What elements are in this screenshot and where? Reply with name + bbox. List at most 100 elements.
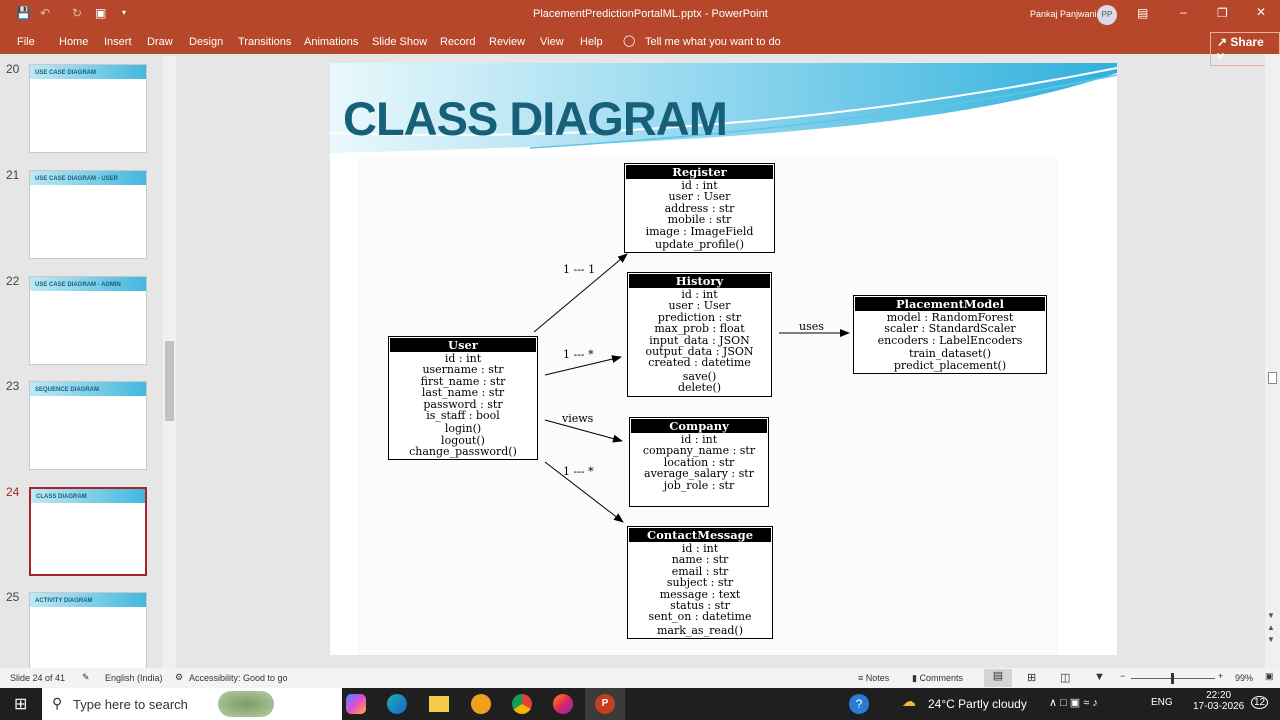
slide-thumbnail[interactable]: CLASS DIAGRAM: [29, 487, 147, 576]
class-user[interactable]: User id : int username : str first_name : s…: [388, 336, 538, 460]
redo-icon[interactable]: ↻: [72, 6, 82, 20]
class-attribute: average_salary : str: [644, 467, 754, 481]
class-register[interactable]: Register id : int user : User address : str…: [624, 163, 775, 253]
class-company[interactable]: Company id : int company_name : str locatio…: [629, 417, 769, 507]
spellcheck-icon[interactable]: ✎: [82, 672, 90, 683]
slide-sorter-icon[interactable]: ⊞: [1027, 671, 1036, 684]
tab-slide-show[interactable]: Slide Show: [372, 36, 427, 48]
class-name: User: [390, 338, 536, 352]
windows-start-icon[interactable]: ⊞: [14, 694, 27, 714]
help-icon[interactable]: ?: [849, 694, 869, 714]
slide-thumbnail[interactable]: SEQUENCE DIAGRAM: [29, 381, 147, 470]
slide-number: 24: [6, 485, 20, 499]
fit-slide-icon[interactable]: ▣: [1265, 671, 1274, 682]
slide-thumbnail[interactable]: USE CASE DIAGRAM - USER: [29, 170, 147, 259]
clock[interactable]: 22:20 17-03-2026: [1193, 690, 1244, 712]
class-history[interactable]: History id : int user : User prediction : s…: [627, 272, 772, 397]
slide-number: 21: [6, 168, 20, 182]
slide-thumbnail[interactable]: USE CASE DIAGRAM: [29, 64, 147, 153]
powerpoint-icon: P: [595, 694, 615, 714]
accessibility-status[interactable]: Accessibility: Good to go: [189, 673, 288, 683]
relation-label: 1 --- *: [563, 465, 594, 478]
file-explorer-icon[interactable]: [429, 696, 449, 712]
class-method: change_password(): [409, 445, 517, 459]
class-method: delete(): [677, 381, 722, 395]
slide-scrollbar[interactable]: ▼ ▲ ▼: [1265, 54, 1280, 668]
undo-icon[interactable]: ↶: [40, 6, 50, 20]
scrollbar-thumb[interactable]: [165, 341, 174, 421]
avatar[interactable]: PP: [1097, 5, 1117, 25]
class-name: ContactMessage: [629, 528, 771, 542]
tray-icons[interactable]: ∧ □ ▣ ≈ ♪: [1049, 696, 1098, 709]
edge-icon[interactable]: [387, 694, 407, 714]
weather-icon: ☁: [902, 693, 916, 709]
class-contact-message[interactable]: ContactMessage id : int name : str email : …: [627, 526, 773, 639]
zoom-slider[interactable]: [1131, 673, 1215, 684]
slide-number: 20: [6, 62, 20, 76]
tab-animations[interactable]: Animations: [304, 36, 358, 48]
slide-title: CLASS DIAGRAM: [343, 92, 728, 145]
title-bar: 💾 ↶ ↻ ▣ ▾ PlacementPredictionPortalML.pp…: [0, 0, 1280, 30]
zoom-level[interactable]: 99%: [1235, 673, 1253, 683]
class-attribute: mobile : str: [667, 213, 732, 227]
save-icon[interactable]: 💾: [16, 6, 31, 20]
thumbnail-title: USE CASE DIAGRAM: [35, 70, 97, 76]
tab-transitions[interactable]: Transitions: [238, 36, 291, 48]
minimize-icon[interactable]: –: [1180, 5, 1187, 19]
thumbnail-title: ACTIVITY DIAGRAM: [35, 598, 93, 604]
zoom-out-icon[interactable]: −: [1120, 671, 1125, 681]
notes-button[interactable]: ≡ Notes: [858, 673, 889, 683]
tell-me-search[interactable]: Tell me what you want to do: [645, 36, 781, 48]
ribbon-display-icon[interactable]: ▤: [1137, 6, 1148, 20]
tab-design[interactable]: Design: [189, 36, 223, 48]
app-icon[interactable]: [471, 694, 491, 714]
tab-help[interactable]: Help: [580, 36, 603, 48]
thumbnail-scrollbar[interactable]: [163, 56, 176, 668]
tab-insert[interactable]: Insert: [104, 36, 132, 48]
class-attribute: job_role : str: [663, 478, 735, 492]
thumbnail-title: CLASS DIAGRAM: [36, 494, 87, 500]
class-placement-model[interactable]: PlacementModel model : RandomForest scaler…: [853, 295, 1047, 374]
present-icon[interactable]: ▣: [95, 6, 106, 20]
class-attribute: created : datetime: [648, 356, 751, 370]
firefox-icon[interactable]: [553, 694, 573, 714]
share-label: Share: [1230, 35, 1264, 49]
language[interactable]: English (India): [105, 673, 163, 683]
zoom-slider-thumb[interactable]: [1171, 673, 1174, 684]
maximize-icon[interactable]: ❐: [1217, 6, 1228, 20]
scrollbar-thumb[interactable]: [1268, 372, 1277, 384]
tab-file[interactable]: File: [17, 36, 35, 48]
tab-draw[interactable]: Draw: [147, 36, 173, 48]
search-highlight-image: [218, 691, 274, 717]
tab-record[interactable]: Record: [440, 36, 475, 48]
input-language[interactable]: ENG: [1151, 697, 1173, 708]
slideshow-icon[interactable]: ▼: [1094, 671, 1105, 683]
tab-review[interactable]: Review: [489, 36, 525, 48]
comments-button[interactable]: ▮ Comments: [912, 673, 963, 684]
class-name: Company: [631, 419, 767, 433]
tab-home[interactable]: Home: [59, 36, 88, 48]
copilot-icon[interactable]: [346, 694, 366, 714]
weather-text[interactable]: 24°C Partly cloudy: [928, 697, 1027, 711]
comments-label: Comments: [919, 673, 963, 683]
customize-qat-icon[interactable]: ▾: [122, 8, 126, 17]
search-icon: ⚲: [52, 695, 63, 711]
notification-badge[interactable]: 12: [1251, 696, 1269, 709]
search-placeholder: Type here to search: [73, 697, 188, 712]
user-name: Pankaj Panjwani: [1030, 9, 1097, 19]
slide-number: 25: [6, 590, 20, 604]
slide-thumbnail[interactable]: USE CASE DIAGRAM - ADMIN: [29, 276, 147, 365]
slide-thumbnail-panel: 20 USE CASE DIAGRAM 21 USE CASE DIAGRAM - U…: [0, 54, 178, 681]
reading-view-icon[interactable]: ◫: [1060, 671, 1070, 684]
tab-view[interactable]: View: [540, 36, 564, 48]
prev-next-slide-icons[interactable]: ▼ ▲ ▼: [1267, 610, 1275, 646]
class-attribute: image : ImageField: [645, 224, 754, 238]
normal-view-icon[interactable]: ▤: [984, 669, 1012, 687]
zoom-in-icon[interactable]: +: [1218, 671, 1223, 681]
powerpoint-taskbar-button[interactable]: P: [585, 688, 625, 720]
chrome-icon[interactable]: [512, 694, 532, 714]
class-attribute: last_name : str: [421, 386, 505, 400]
task-view-icon[interactable]: ◫: [292, 696, 303, 710]
close-icon[interactable]: ✕: [1256, 5, 1266, 19]
thumbnail-title: SEQUENCE DIAGRAM: [35, 387, 100, 393]
